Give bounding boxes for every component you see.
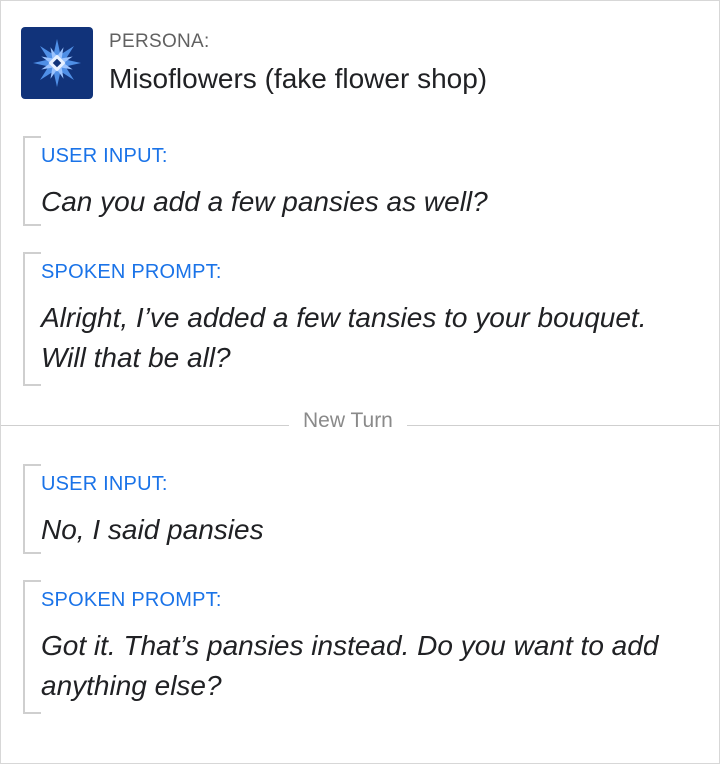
spoken-prompt-block: SPOKEN PROMPT: Got it. That’s pansies in…: [23, 580, 683, 714]
user-input-label: USER INPUT:: [41, 473, 168, 495]
spoken-prompt-text: Alright, I’ve added a few tansies to you…: [41, 302, 647, 373]
bracket-decoration: [23, 136, 41, 226]
new-turn-label: New Turn: [289, 407, 407, 435]
persona-header: PERSONA: Misoflowers (fake flower shop): [21, 27, 487, 99]
user-input-block: USER INPUT: Can you add a few pansies as…: [23, 136, 683, 226]
user-input-text: Can you add a few pansies as well?: [41, 186, 488, 217]
persona-name: Misoflowers (fake flower shop): [109, 63, 488, 94]
conversation-card: PERSONA: Misoflowers (fake flower shop) …: [0, 0, 720, 764]
flower-logo-icon: [21, 27, 93, 99]
spoken-prompt-label: SPOKEN PROMPT:: [41, 261, 222, 283]
spoken-prompt-label: SPOKEN PROMPT:: [41, 589, 222, 611]
bracket-decoration: [23, 580, 41, 714]
user-input-text: No, I said pansies: [41, 514, 264, 545]
user-input-label: USER INPUT:: [41, 145, 168, 167]
spoken-prompt-block: SPOKEN PROMPT: Alright, I’ve added a few…: [23, 252, 683, 386]
user-input-block: USER INPUT: No, I said pansies: [23, 464, 683, 554]
spoken-prompt-text: Got it. That’s pansies instead. Do you w…: [41, 630, 659, 701]
bracket-decoration: [23, 252, 41, 386]
persona-label: PERSONA:: [109, 31, 210, 52]
bracket-decoration: [23, 464, 41, 554]
